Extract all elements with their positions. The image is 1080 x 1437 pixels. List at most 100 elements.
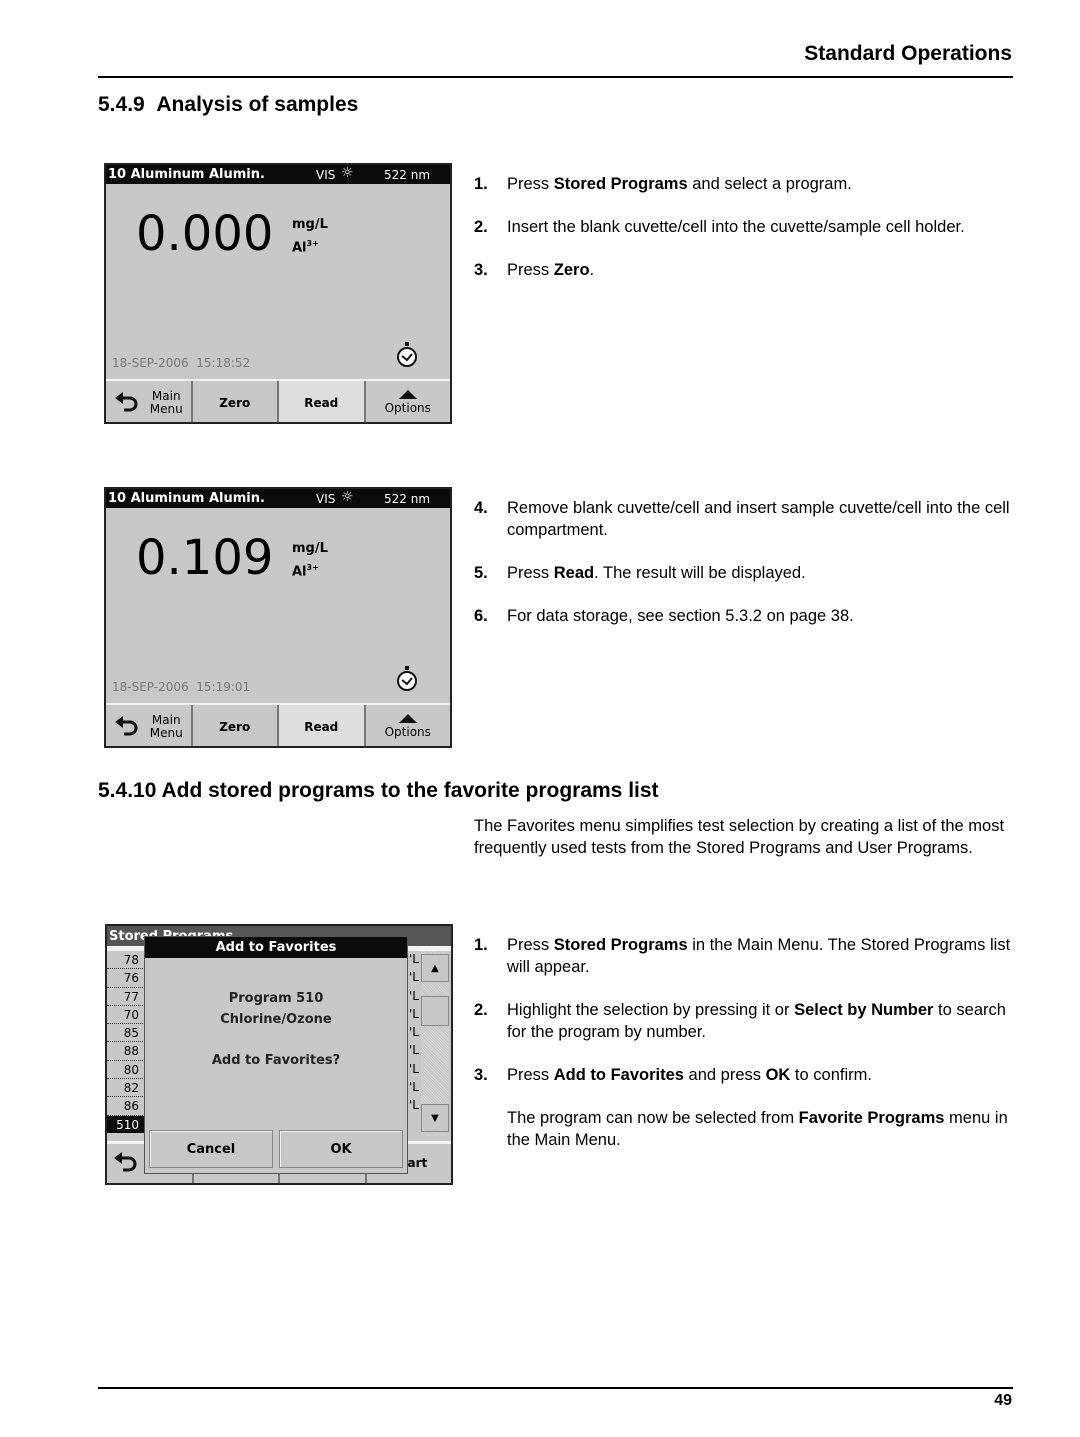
program-number: 82	[123, 1081, 139, 1096]
step-text: and press	[683, 1066, 766, 1084]
step: 2. Highlight the selection by pressing it…	[474, 999, 1019, 1043]
dialog-program-name: Chlorine/Ozone	[220, 1012, 332, 1027]
button-bar: Main Menu Zero Read Options	[106, 379, 450, 422]
mode-label: VIS	[316, 168, 336, 182]
row-tail: 'L	[409, 1061, 419, 1076]
row-tail: 'L	[409, 970, 419, 985]
scroll-down-button[interactable]: ▼	[421, 1104, 449, 1132]
step-text: Highlight the selection by pressing it o…	[507, 1001, 795, 1019]
main-menu-label: Main Menu	[149, 713, 183, 740]
timer-icon[interactable]	[396, 666, 418, 692]
species: Al	[292, 240, 307, 256]
step-text: .	[589, 261, 595, 279]
step-text: Insert the blank cuvette/cell into the c…	[507, 218, 965, 236]
row-tail: 'L	[409, 1025, 419, 1040]
main-menu-button[interactable]: Main Menu	[106, 705, 193, 746]
dialog-question: Add to Favorites?	[211, 1053, 341, 1068]
triangle-up-icon	[398, 390, 417, 399]
section-number: 5.4.9	[98, 93, 145, 116]
chemical-form: Al3+	[292, 563, 319, 579]
step: 3. Press Add to Favorites and press OK to…	[474, 1064, 1019, 1086]
time: 15:18:52	[196, 356, 251, 370]
page-number: 49	[994, 1392, 1012, 1409]
options-label: Options	[384, 401, 431, 415]
step-text: and select a program.	[687, 175, 852, 193]
footer-rule	[98, 1387, 1013, 1389]
ok-button[interactable]: OK	[279, 1130, 403, 1168]
main-menu-button[interactable]: Main Menu	[106, 381, 193, 422]
lamp-sun-icon: ☼	[341, 165, 354, 181]
step-number: 5.	[474, 564, 488, 582]
dialog-title: Add to Favorites	[145, 937, 407, 958]
step-bold: Stored Programs	[553, 175, 688, 193]
step-number: 3.	[474, 261, 488, 279]
program-name: 10 Aluminum Alumin.	[108, 491, 265, 506]
step-text: Press	[507, 936, 554, 954]
read-button[interactable]: Read	[279, 381, 366, 422]
dialog-buttons: Cancel OK	[149, 1130, 403, 1168]
step: 2. Insert the blank cuvette/cell into the…	[474, 216, 1019, 238]
zero-button[interactable]: Zero	[192, 705, 279, 746]
reading-value: 0.109	[136, 530, 274, 586]
species: Al	[292, 564, 307, 580]
screen-title-bar: 10 Aluminum Alumin. VIS ☼ 522 nm	[106, 489, 450, 508]
row-tail: 'L	[409, 952, 419, 966]
step-text: . The result will be displayed.	[594, 564, 806, 582]
step-bold: Select by Number	[794, 1001, 934, 1019]
scroll-thumb[interactable]	[421, 996, 449, 1026]
step-text: to confirm.	[790, 1066, 872, 1084]
step-text: Press	[507, 261, 554, 279]
cancel-button[interactable]: Cancel	[149, 1130, 273, 1168]
dialog-program: Program 510	[228, 991, 324, 1006]
back-arrow-icon	[114, 391, 138, 411]
section-number: 5.4.10	[98, 779, 157, 802]
step-number: 1.	[474, 936, 488, 954]
scrollbar[interactable]: ▲ ▼	[421, 951, 449, 1136]
row-tail: 'L	[409, 988, 419, 1003]
step-bold: Zero	[553, 261, 590, 279]
favorites-intro: The Favorites menu simplifies test selec…	[474, 817, 1005, 857]
wavelength: 522 nm	[384, 492, 431, 506]
step-number: 6.	[474, 607, 488, 625]
zero-button[interactable]: Zero	[192, 381, 279, 422]
program-number: 76	[123, 971, 139, 986]
species-charge: 3+	[306, 563, 319, 572]
read-button[interactable]: Read	[279, 705, 366, 746]
options-button[interactable]: Options	[365, 705, 450, 746]
step-bold: Read	[553, 564, 595, 582]
options-button[interactable]: Options	[365, 381, 450, 422]
timestamp: 18-SEP-2006 15:19:01	[112, 680, 250, 694]
row-tail: 'L	[409, 1080, 419, 1095]
lamp-sun-icon: ☼	[341, 489, 354, 505]
step-number: 3.	[474, 1066, 488, 1084]
step-bold: OK	[765, 1066, 791, 1084]
step-text: Press	[507, 175, 554, 193]
options-label: Options	[384, 725, 431, 739]
step: 4. Remove blank cuvette/cell and insert s…	[474, 497, 1019, 541]
program-number: 77	[123, 989, 139, 1004]
step-number: 2.	[474, 218, 488, 236]
program-number: 510	[116, 1117, 139, 1132]
timer-icon[interactable]	[396, 342, 418, 368]
label-line: Menu	[149, 725, 183, 740]
step: 3. Press Zero.	[474, 259, 1019, 281]
analysis-steps-1: 1. Press Stored Programs and select a pro…	[474, 173, 1019, 302]
back-arrow-icon	[114, 715, 138, 735]
favorites-steps: 1. Press Stored Programs in the Main Menu…	[474, 934, 1019, 1151]
triangle-up-icon	[398, 714, 417, 723]
running-header: Standard Operations	[804, 42, 1012, 65]
program-name: 10 Aluminum Alumin.	[108, 167, 265, 182]
row-tail: 'L	[409, 1043, 419, 1058]
reading-unit: mg/L	[292, 217, 328, 232]
section-link[interactable]: For data storage, see section 5.3.2 on p…	[507, 605, 1019, 627]
step-number: 4.	[474, 499, 488, 517]
step: 5. Press Read. The result will be display…	[474, 562, 1019, 584]
instrument-screen-favorites: Stored Programs 78'L 76'L 77'L 70'L 85'L…	[105, 924, 453, 1185]
reading-value: 0.000	[136, 206, 274, 262]
section-title: Analysis of samples	[156, 93, 359, 116]
start-label-partial: art	[407, 1156, 428, 1170]
analysis-steps-2: 4. Remove blank cuvette/cell and insert s…	[474, 497, 1019, 648]
program-number: 86	[123, 1099, 139, 1114]
species-charge: 3+	[306, 239, 319, 248]
scroll-up-button[interactable]: ▲	[421, 954, 449, 982]
